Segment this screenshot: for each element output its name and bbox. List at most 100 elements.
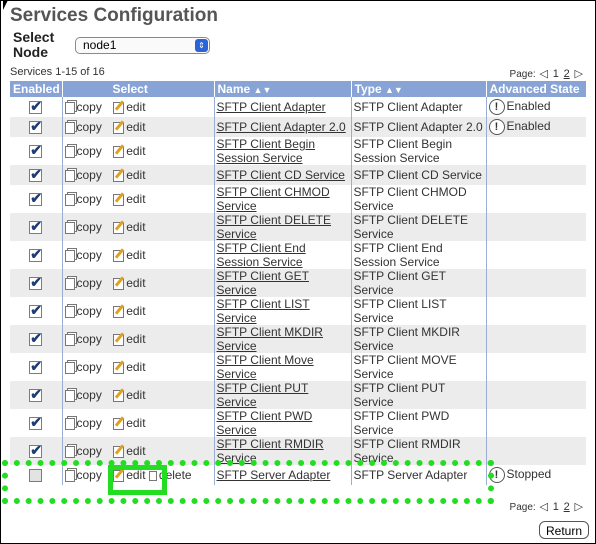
service-name-link[interactable]: SFTP Client LIST Service	[217, 297, 310, 325]
enabled-checkbox[interactable]	[29, 415, 43, 431]
edit-button[interactable]: edit	[113, 220, 146, 234]
copy-button[interactable]: copy	[64, 332, 102, 346]
enabled-checkbox[interactable]	[29, 99, 43, 115]
edit-button[interactable]: edit	[113, 248, 146, 262]
copy-button[interactable]: copy	[64, 304, 102, 318]
service-name-link[interactable]: SFTP Client MKDIR Service	[217, 325, 323, 353]
copy-button[interactable]: copy	[64, 100, 102, 114]
service-name-link[interactable]: SFTP Client RMDIR Service	[217, 437, 324, 465]
service-name-link[interactable]: SFTP Client Adapter 2.0	[217, 120, 346, 134]
state-cell	[486, 353, 586, 381]
name-cell: SFTP Client PUT Service	[214, 381, 352, 409]
service-name-link[interactable]: SFTP Client Begin Session Service	[217, 137, 316, 165]
edit-button[interactable]: edit	[113, 168, 146, 182]
enabled-cell	[10, 213, 63, 241]
prev-page-button[interactable]: ◁	[539, 68, 547, 80]
edit-button[interactable]: edit	[113, 144, 146, 158]
name-cell: SFTP Client MKDIR Service	[214, 325, 352, 353]
enabled-checkbox[interactable]	[29, 303, 43, 319]
state-cell: ! Stopped	[486, 465, 586, 485]
edit-button[interactable]: edit	[113, 120, 146, 134]
sort-type-icon[interactable]: ▲▼	[385, 85, 403, 95]
service-name-link[interactable]: SFTP Client CD Service	[217, 168, 345, 182]
service-name-link[interactable]: SFTP Client PUT Service	[217, 381, 309, 409]
enabled-checkbox[interactable]	[29, 247, 43, 263]
copy-button[interactable]: copy	[64, 388, 102, 402]
enabled-checkbox[interactable]	[29, 219, 43, 235]
service-name-link[interactable]: SFTP Client CHMOD Service	[217, 185, 330, 213]
state-cell	[486, 297, 586, 325]
next-page-button[interactable]: ▷	[575, 501, 583, 513]
enabled-checkbox[interactable]	[29, 167, 43, 183]
name-cell: SFTP Client DELETE Service	[214, 213, 352, 241]
edit-button[interactable]: edit	[113, 100, 146, 114]
copy-button[interactable]: copy	[64, 192, 102, 206]
service-name-link[interactable]: SFTP Client Move Service	[217, 353, 314, 381]
select-cell: copy edit	[62, 269, 215, 297]
copy-button[interactable]: copy	[64, 276, 102, 290]
enabled-cell	[10, 437, 63, 465]
copy-button[interactable]: copy	[64, 120, 102, 134]
service-name-link[interactable]: SFTP Client DELETE Service	[217, 213, 331, 241]
copy-icon	[64, 169, 75, 182]
header-type[interactable]: Type ▲▼	[351, 81, 487, 97]
type-cell: SFTP Client GET Service	[351, 269, 487, 297]
header-name[interactable]: Name ▲▼	[214, 81, 352, 97]
state-cell	[486, 409, 586, 437]
edit-button[interactable]: edit	[113, 304, 146, 318]
type-cell: SFTP Client MKDIR Service	[351, 325, 487, 353]
service-name-link[interactable]: SFTP Client PWD Service	[217, 409, 313, 437]
table-row: copy editSFTP Client GET ServiceSFTP Cli…	[10, 269, 586, 297]
enabled-cell	[10, 137, 63, 165]
edit-button[interactable]: edit	[113, 332, 146, 346]
service-name-link[interactable]: SFTP Client Adapter	[217, 100, 326, 114]
enabled-checkbox[interactable]	[29, 469, 43, 483]
enabled-checkbox[interactable]	[29, 143, 43, 159]
edit-icon	[113, 417, 125, 430]
edit-button[interactable]: edit	[113, 444, 146, 458]
enabled-cell	[10, 465, 63, 485]
enabled-checkbox[interactable]	[29, 331, 43, 347]
edit-button[interactable]: edit	[113, 360, 146, 374]
edit-button[interactable]: edit	[113, 468, 146, 482]
edit-button[interactable]: edit	[113, 388, 146, 402]
service-name-link[interactable]: SFTP Client End Session Service	[217, 241, 306, 269]
service-name-link[interactable]: SFTP Client GET Service	[217, 269, 309, 297]
name-cell: SFTP Client Adapter 2.0	[214, 117, 352, 137]
node-select[interactable]: node1 ⇕	[75, 37, 210, 54]
service-name-link[interactable]: SFTP Server Adapter	[217, 468, 331, 482]
table-row: copy editSFTP Client DELETE ServiceSFTP …	[10, 213, 586, 241]
page-2-link[interactable]: 2	[564, 501, 570, 513]
delete-button[interactable]: delete	[148, 468, 192, 482]
copy-button[interactable]: copy	[64, 220, 102, 234]
sort-name-icon[interactable]: ▲▼	[254, 85, 272, 95]
edit-button[interactable]: edit	[113, 276, 146, 290]
edit-button[interactable]: edit	[113, 192, 146, 206]
copy-button[interactable]: copy	[64, 168, 102, 182]
state-cell: ! Enabled	[486, 97, 586, 117]
copy-button[interactable]: copy	[64, 444, 102, 458]
return-button[interactable]: Return	[539, 521, 589, 539]
enabled-checkbox[interactable]	[29, 191, 43, 207]
enabled-checkbox[interactable]	[29, 359, 43, 375]
enabled-checkbox[interactable]	[29, 387, 43, 403]
next-page-button[interactable]: ▷	[575, 68, 583, 80]
edit-button[interactable]: edit	[113, 416, 146, 430]
enabled-checkbox[interactable]	[29, 443, 43, 459]
mouse-cursor-icon	[3, 0, 8, 10]
enabled-cell	[10, 97, 63, 117]
copy-button[interactable]: copy	[64, 248, 102, 262]
copy-button[interactable]: copy	[64, 416, 102, 430]
copy-button[interactable]: copy	[64, 468, 102, 482]
copy-button[interactable]: copy	[64, 144, 102, 158]
prev-page-button[interactable]: ◁	[539, 501, 547, 513]
copy-button[interactable]: copy	[64, 360, 102, 374]
enabled-checkbox[interactable]	[29, 119, 43, 135]
copy-icon	[64, 101, 75, 114]
enabled-checkbox[interactable]	[29, 275, 43, 291]
page-1: 1	[552, 501, 559, 513]
edit-icon	[113, 221, 125, 234]
page-2-link[interactable]: 2	[564, 68, 570, 80]
enabled-cell	[10, 353, 63, 381]
name-cell: SFTP Client Begin Session Service	[214, 137, 352, 165]
